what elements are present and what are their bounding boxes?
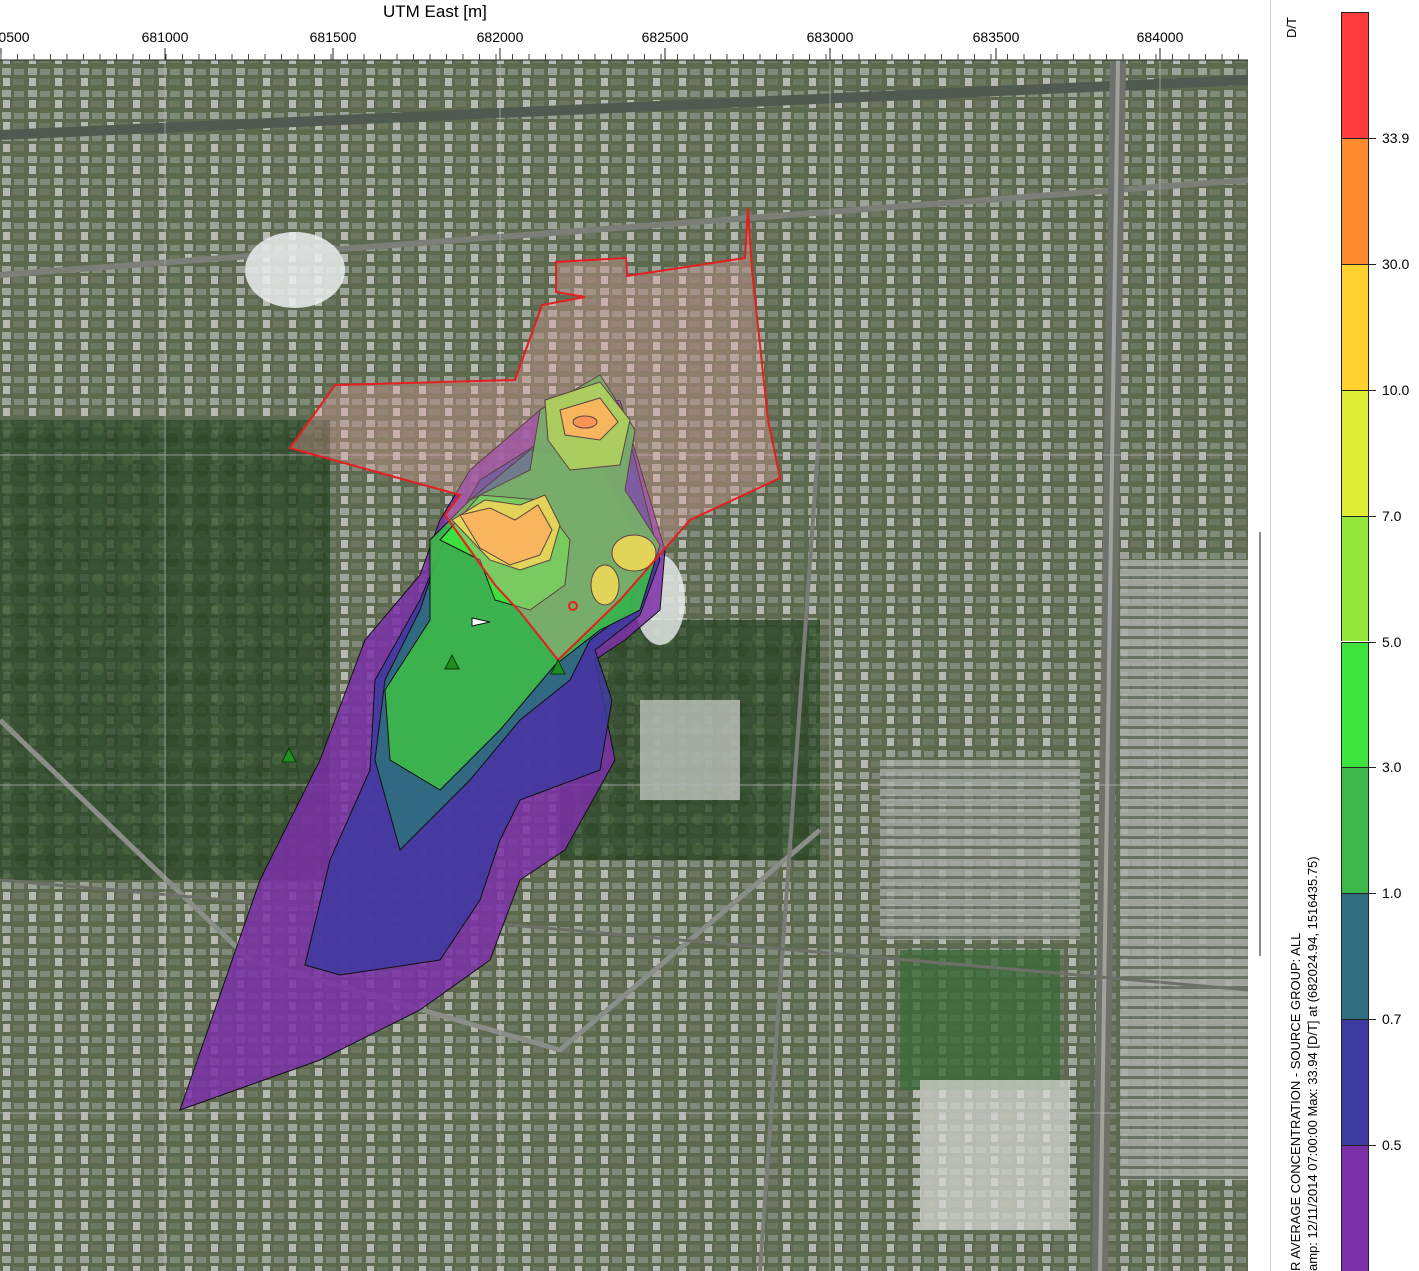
colorbar-tick [1369, 389, 1376, 391]
legend-scrollbar[interactable] [1259, 532, 1261, 956]
colorbar-tick-label: 7.0 [1382, 507, 1402, 524]
units-text: D/T [1284, 17, 1299, 38]
x-tick-label: 683000 [806, 29, 854, 45]
colorbar-tick [1369, 137, 1376, 139]
plot-info-line-2: amp: 12/11/2014 07:00:00 Max: 33.94 [D/T… [1305, 856, 1320, 1271]
x-tick-label: 682000 [476, 29, 524, 45]
x-tick-label: 683500 [972, 29, 1020, 45]
colorbar-tick [1369, 515, 1376, 517]
colorbar-tick [1369, 263, 1376, 265]
x-tick-label: 682500 [641, 29, 689, 45]
colorbar-tick-label: 3.0 [1382, 759, 1402, 776]
colorbar-tick [1369, 767, 1376, 769]
x-tick-label: 684000 [1136, 29, 1184, 45]
map-canvas[interactable] [0, 0, 1248, 1271]
colorbar-tick-label: 33.9 [1382, 129, 1410, 146]
colorbar-segment [1341, 641, 1369, 768]
panel-divider[interactable] [1270, 0, 1271, 1271]
colorbar-tick-label: 0.7 [1382, 1011, 1402, 1028]
colorbar-segment [1341, 1019, 1369, 1146]
map-panel[interactable]: UTM East [m] 0500 681000 681500 682000 6… [0, 0, 1248, 1271]
x-tick-label: 681500 [309, 29, 357, 45]
colorbar-segment [1341, 893, 1369, 1020]
colorbar-segment [1341, 1145, 1369, 1271]
colorbar-tick-label: 1.0 [1382, 885, 1402, 902]
x-axis-title: UTM East [m] [383, 2, 487, 21]
colorbar-tick [1369, 1145, 1376, 1147]
colorbar-segment [1341, 389, 1369, 516]
plot-info-line-1: R AVERAGE CONCENTRATION - SOURCE GROUP: … [1288, 932, 1303, 1271]
x-tick-label: 0500 [0, 29, 30, 45]
legend-colorbar [1341, 12, 1369, 1271]
colorbar-tick-label: 10.0 [1382, 381, 1410, 398]
colorbar-tick [1369, 641, 1376, 643]
colorbar-segment [1341, 767, 1369, 894]
colorbar-segment [1341, 137, 1369, 264]
colorbar-segment [1341, 263, 1369, 390]
colorbar-tick [1369, 1019, 1376, 1021]
colorbar-tick [1369, 893, 1376, 895]
colorbar-segment [1341, 515, 1369, 642]
colorbar-tick-label: 5.0 [1382, 633, 1402, 650]
colorbar-segment [1341, 12, 1369, 138]
colorbar-tick-label: 30.0 [1382, 255, 1410, 272]
plot-info-text: R AVERAGE CONCENTRATION - SOURCE GROUP: … [1287, 831, 1321, 1271]
legend-units-label: D/T [1284, 12, 1304, 42]
colorbar-tick-label: 0.5 [1382, 1137, 1402, 1154]
x-tick-label: 681000 [141, 29, 189, 45]
